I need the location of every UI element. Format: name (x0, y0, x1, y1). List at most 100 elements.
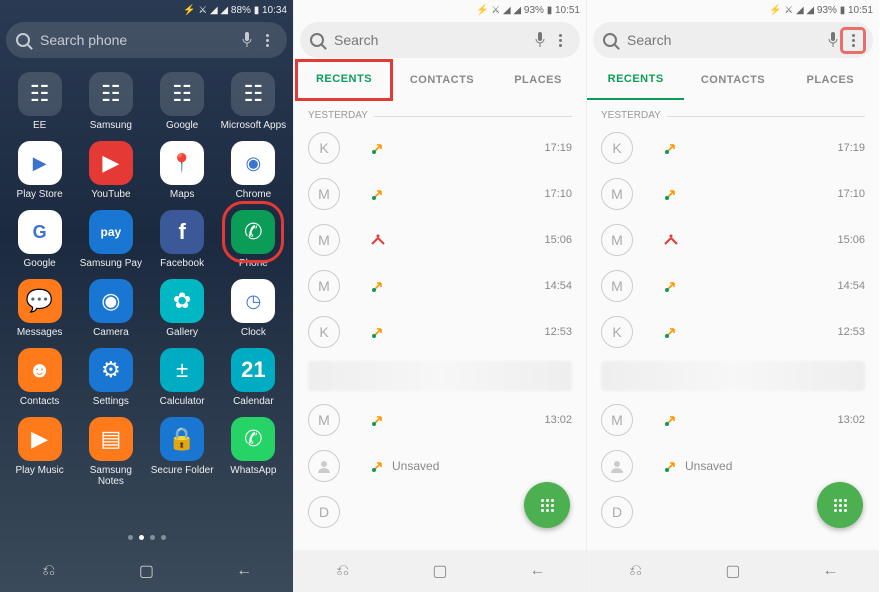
call-row[interactable]: M17:10 (587, 171, 879, 217)
app-google[interactable]: GGoogle (6, 210, 73, 269)
more-icon[interactable] (550, 34, 570, 47)
status-bar: ⚡ ⚔ ◢ ◢ 93% ▮ 10:51 (294, 0, 586, 20)
app-play-music[interactable]: ▶ Play Music (6, 417, 73, 487)
more-icon[interactable] (257, 34, 277, 47)
app-label: Play Music (15, 465, 63, 476)
dialpad-fab[interactable] (817, 482, 863, 528)
call-row[interactable]: K12:53 (587, 309, 879, 355)
app-youtube[interactable]: ▶YouTube (77, 141, 144, 200)
call-type-icon (663, 324, 837, 340)
app-gallery[interactable]: ✿Gallery (149, 279, 216, 338)
app-icon: pay (89, 210, 133, 254)
call-time: 12:53 (837, 326, 865, 338)
app-facebook[interactable]: fFacebook (149, 210, 216, 269)
redacted-row (601, 361, 865, 391)
app-label: Facebook (160, 258, 204, 269)
app-calculator[interactable]: ±Calculator (149, 348, 216, 407)
app-icon: ▶ (18, 417, 62, 461)
app-chrome[interactable]: ◉Chrome (220, 141, 287, 200)
tab-recents[interactable]: RECENTS (587, 60, 684, 100)
app-label: Chrome (236, 189, 272, 200)
contact-avatar: M (601, 270, 633, 302)
recents-nav-icon[interactable]: ⎌ (332, 560, 354, 582)
app-label: Clock (241, 327, 266, 338)
app-icon: 21 (231, 348, 275, 392)
folder-google[interactable]: ☷Google (149, 72, 216, 131)
call-row[interactable]: K12:53 (294, 309, 586, 355)
app-clock[interactable]: ◷Clock (220, 279, 287, 338)
home-nav-icon[interactable]: ▢ (722, 560, 744, 582)
app-secure-folder[interactable]: 🔒Secure Folder (149, 417, 216, 487)
panel-phone-recents: ⚡ ⚔ ◢ ◢ 93% ▮ 10:51 Search RECENTSCONTAC… (293, 0, 586, 592)
home-nav-icon[interactable]: ▢ (429, 560, 451, 582)
search-bar[interactable]: Search (593, 22, 873, 58)
contact-avatar: K (308, 316, 340, 348)
tab-places[interactable]: PLACES (490, 74, 586, 86)
back-nav-icon[interactable]: ← (526, 560, 548, 582)
tab-contacts[interactable]: CONTACTS (394, 74, 490, 86)
app-contacts[interactable]: ☻Contacts (6, 348, 73, 407)
call-row[interactable]: M13:02 (294, 397, 586, 443)
call-time: 15:06 (837, 234, 865, 246)
mic-icon[interactable] (530, 32, 550, 48)
dialpad-fab[interactable] (524, 482, 570, 528)
app-icon: ▶ (89, 141, 133, 185)
call-row[interactable]: M15:06 (294, 217, 586, 263)
call-time: 17:19 (544, 142, 572, 154)
call-row[interactable]: M 14:54 (587, 263, 879, 309)
app-samsung-pay[interactable]: paySamsung Pay (77, 210, 144, 269)
app-calendar[interactable]: 21Calendar (220, 348, 287, 407)
app-icon: ☷ (231, 72, 275, 116)
tab-recents[interactable]: RECENTS (296, 60, 392, 100)
folder-samsung[interactable]: ☷Samsung (77, 72, 144, 131)
more-icon[interactable] (843, 30, 863, 51)
app-grid: ☷EE☷Samsung☷Google☷Microsoft Apps▶Play S… (0, 60, 293, 487)
search-bar[interactable]: Search (300, 22, 580, 58)
call-type-icon (663, 278, 837, 294)
tab-contacts[interactable]: CONTACTS (684, 74, 781, 86)
app-icon: ◉ (89, 279, 133, 323)
call-row[interactable]: M13:02 (587, 397, 879, 443)
back-nav-icon[interactable]: ← (233, 560, 255, 582)
back-nav-icon[interactable]: ← (819, 560, 841, 582)
mic-icon[interactable] (237, 32, 257, 48)
folder-ee[interactable]: ☷EE (6, 72, 73, 131)
app-icon: 📍 (160, 141, 204, 185)
call-row[interactable]: K17:19 (294, 125, 586, 171)
app-label: Calculator (160, 396, 205, 407)
tab-places[interactable]: PLACES (782, 74, 879, 86)
mic-icon[interactable] (823, 32, 843, 48)
call-row[interactable]: M14:54 (294, 263, 586, 309)
section-label: YESTERDAY (294, 100, 586, 125)
app-samsung-notes[interactable]: ▤Samsung Notes (77, 417, 144, 487)
app-play-store[interactable]: ▶Play Store (6, 141, 73, 200)
call-row[interactable]: K17:19 (587, 125, 879, 171)
app-messages[interactable]: 💬Messages (6, 279, 73, 338)
call-row[interactable]: M 15:06 (587, 217, 879, 263)
search-bar[interactable]: Search phone (6, 22, 287, 58)
app-camera[interactable]: ◉Camera (77, 279, 144, 338)
contact-avatar: M (308, 224, 340, 256)
app-label: Microsoft Apps (221, 120, 287, 131)
recents-nav-icon[interactable]: ⎌ (625, 560, 647, 582)
app-label: Settings (93, 396, 129, 407)
app-phone[interactable]: ✆Phone (220, 210, 287, 269)
tabs: RECENTSCONTACTSPLACES (587, 60, 879, 100)
app-icon: 🔒 (160, 417, 204, 461)
call-time: 14:54 (544, 280, 572, 292)
call-time: 13:02 (544, 414, 572, 426)
call-time: 14:54 (837, 280, 865, 292)
contact-avatar: K (601, 132, 633, 164)
app-label: Google (166, 120, 198, 131)
app-whatsapp[interactable]: ✆WhatsApp (220, 417, 287, 487)
call-list: K17:19M17:10M15:06M14:54K12:53M13:02Unsa… (587, 125, 879, 535)
app-settings[interactable]: ⚙Settings (77, 348, 144, 407)
recents-nav-icon[interactable]: ⎌ (38, 560, 60, 582)
folder-microsoft[interactable]: ☷ Microsoft Apps (220, 72, 287, 131)
home-nav-icon[interactable]: ▢ (135, 560, 157, 582)
contact-avatar: M (601, 224, 633, 256)
app-maps[interactable]: 📍Maps (149, 141, 216, 200)
call-type-icon (663, 412, 837, 428)
call-row[interactable]: M17:10 (294, 171, 586, 217)
app-icon: ☷ (89, 72, 133, 116)
